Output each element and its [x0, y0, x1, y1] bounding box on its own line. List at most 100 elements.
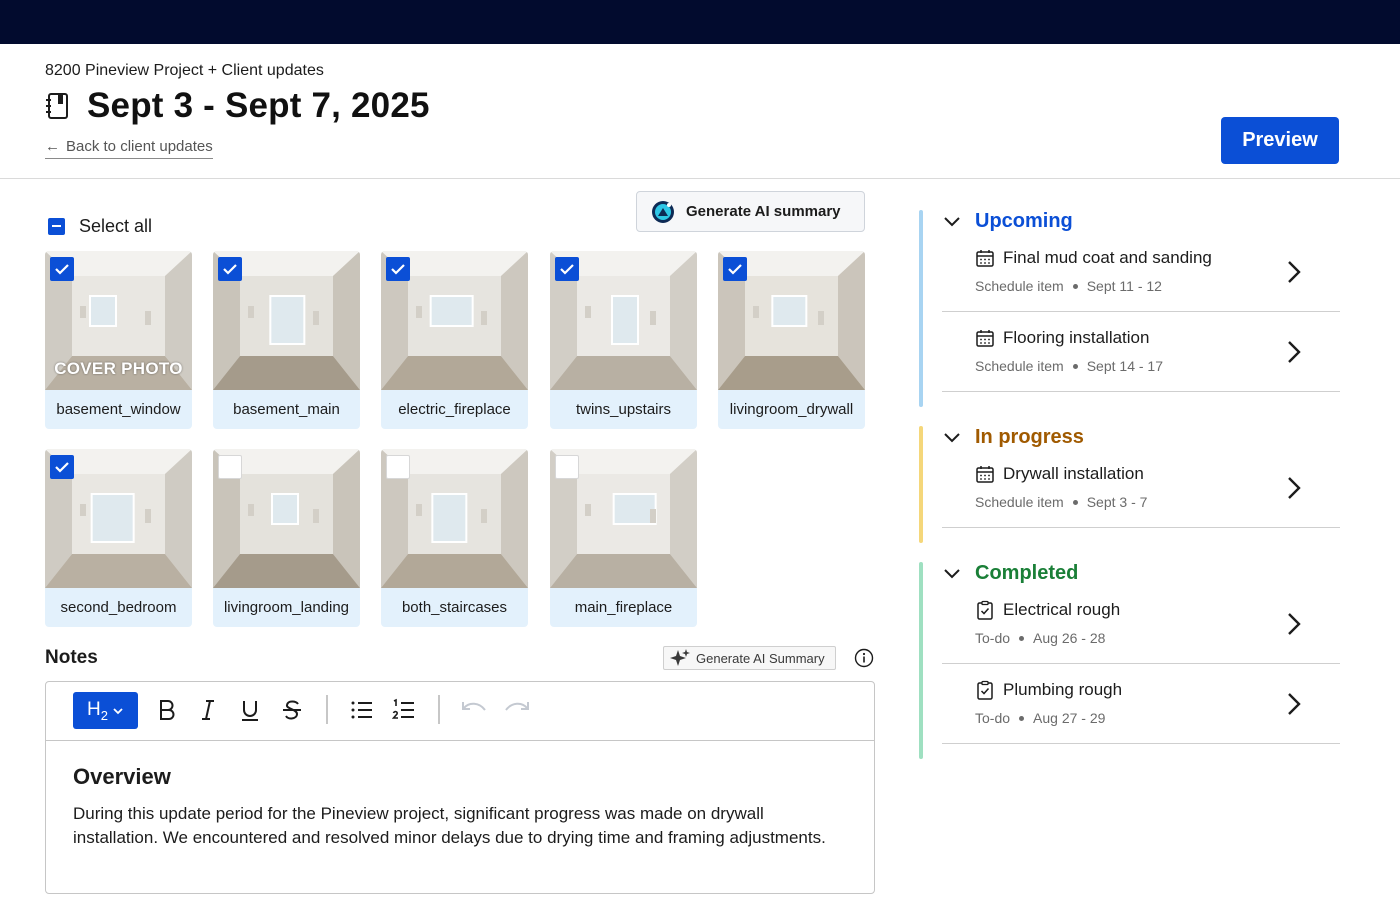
photo-caption: twins_upstairs: [575, 401, 672, 418]
chevron-down-icon: [113, 707, 123, 714]
schedule-item-dates: Sept 3 - 7: [1086, 494, 1148, 510]
project-title: 8200 Pineview Project + Client updates: [45, 62, 324, 79]
photo-checkbox[interactable]: [218, 455, 242, 479]
photo-checkbox[interactable]: [386, 257, 410, 281]
chevron-down-icon[interactable]: [943, 568, 961, 580]
schedule-list-item[interactable]: Flooring installation Schedule item Sept 1…: [942, 312, 1340, 392]
chevron-right-icon[interactable]: [1286, 475, 1302, 501]
clipboard-check-icon: [977, 680, 993, 700]
schedule-item-meta: Schedule item Sept 14 - 17: [975, 358, 1163, 374]
photo-card[interactable]: twins_upstairs: [550, 251, 697, 429]
chevron-right-icon[interactable]: [1286, 259, 1302, 285]
notes-label: Notes: [45, 647, 98, 668]
editor-toolbar: H2: [46, 682, 874, 741]
generate-ai-summary-label: Generate AI summary: [686, 203, 841, 220]
generate-ai-summary-button[interactable]: Generate AI summary: [636, 191, 865, 232]
page-title-row: Sept 3 - Sept 7, 2025: [45, 86, 430, 126]
italic-icon[interactable]: [197, 698, 219, 722]
photo-caption: electric_fireplace: [398, 401, 511, 418]
photo-caption: livingroom_drywall: [729, 401, 854, 418]
calendar-icon: [976, 330, 994, 347]
photo-checkbox[interactable]: [50, 257, 74, 281]
heading-level-dropdown[interactable]: H2: [73, 692, 138, 729]
schedule-item-name: Electrical rough: [1003, 600, 1121, 619]
cover-photo-label: COVER PHOTO: [54, 359, 183, 378]
back-to-client-updates-link[interactable]: ← Back to client updates: [45, 138, 213, 159]
info-icon[interactable]: [854, 648, 874, 668]
photo-card[interactable]: livingroom_drywall: [718, 251, 865, 429]
schedule-item-name: Plumbing rough: [1003, 680, 1123, 699]
photo-checkbox[interactable]: [555, 455, 579, 479]
generate-ai-summary-notes-label: Generate AI Summary: [696, 650, 825, 666]
select-all-checkbox[interactable]: Select all: [48, 216, 152, 237]
photo-card[interactable]: second_bedroom: [45, 449, 192, 627]
photo-checkbox[interactable]: [555, 257, 579, 281]
notebook-icon: [46, 93, 68, 119]
status-group-title: Upcoming: [975, 210, 1073, 232]
page-header: 8200 Pineview Project + Client updates S…: [0, 44, 1400, 179]
strikethrough-icon[interactable]: [281, 698, 303, 722]
calendar-icon: [976, 250, 994, 267]
schedule-item-type: To-do: [975, 630, 1011, 646]
indeterminate-checkbox-icon: [48, 218, 65, 235]
photo-checkbox[interactable]: [50, 455, 74, 479]
separator-dot: [1019, 635, 1025, 641]
checkmark-icon: [55, 264, 69, 275]
schedule-list-item[interactable]: Drywall installation Schedule item Sept 3 …: [942, 448, 1340, 528]
schedule-list-item[interactable]: Electrical rough To-do Aug 26 - 28: [942, 584, 1340, 664]
toolbar-divider: [438, 695, 440, 724]
redo-icon[interactable]: [503, 698, 531, 722]
chevron-right-icon[interactable]: [1286, 611, 1302, 637]
schedule-list-item[interactable]: Plumbing rough To-do Aug 27 - 29: [942, 664, 1340, 744]
photo-caption: second_bedroom: [60, 599, 177, 616]
sparkle-icon: [670, 649, 690, 666]
checkmark-icon: [728, 264, 742, 275]
arrow-left-icon: ←: [45, 138, 60, 155]
photo-card[interactable]: main_fireplace: [550, 449, 697, 627]
photo-checkbox[interactable]: [386, 455, 410, 479]
bold-icon[interactable]: [156, 698, 178, 722]
photo-card[interactable]: both_staircases: [381, 449, 528, 627]
photo-caption: main_fireplace: [574, 599, 673, 616]
status-group-header[interactable]: Completed: [943, 562, 1078, 585]
chevron-right-icon[interactable]: [1286, 339, 1302, 365]
top-nav-bar: [0, 0, 1400, 44]
schedule-item-meta: To-do Aug 26 - 28: [975, 630, 1105, 646]
photo-card[interactable]: livingroom_landing: [213, 449, 360, 627]
chevron-down-icon[interactable]: [943, 216, 961, 228]
checkmark-icon: [223, 264, 237, 275]
schedule-item-name-row: Flooring installation: [975, 328, 1149, 348]
schedule-item-name: Final mud coat and sanding: [1003, 248, 1212, 267]
toolbar-divider: [326, 695, 328, 724]
status-group-header[interactable]: In progress: [943, 426, 1084, 449]
status-group-header[interactable]: Upcoming: [943, 210, 1073, 233]
photo-card[interactable]: basement_main: [213, 251, 360, 429]
photo-caption: livingroom_landing: [223, 599, 350, 616]
schedule-item-dates: Sept 11 - 12: [1086, 278, 1162, 294]
generate-ai-summary-notes-button[interactable]: Generate AI Summary: [663, 646, 836, 670]
bullet-list-icon[interactable]: [350, 698, 374, 722]
schedule-item-meta: Schedule item Sept 11 - 12: [975, 278, 1162, 294]
photo-checkbox[interactable]: [723, 257, 747, 281]
separator-dot: [1072, 283, 1078, 289]
schedule-list-item[interactable]: Final mud coat and sanding Schedule item S…: [942, 232, 1340, 312]
numbered-list-icon[interactable]: [392, 698, 416, 722]
schedule-item-name-row: Electrical rough: [975, 600, 1120, 620]
chevron-down-icon[interactable]: [943, 432, 961, 444]
photo-card[interactable]: electric_fireplace: [381, 251, 528, 429]
undo-icon[interactable]: [460, 698, 488, 722]
photo-card[interactable]: COVER PHOTO basement_window: [45, 251, 192, 429]
schedule-item-dates: Aug 26 - 28: [1033, 630, 1106, 646]
separator-dot: [1019, 715, 1025, 721]
chevron-right-icon[interactable]: [1286, 691, 1302, 717]
schedule-item-name-row: Final mud coat and sanding: [975, 248, 1212, 268]
checkmark-icon: [391, 264, 405, 275]
notes-body-text: During this update period for the Pinevi…: [73, 804, 826, 847]
status-group-title: Completed: [975, 562, 1079, 584]
heading-level-label: H2: [87, 698, 108, 723]
editor-content[interactable]: Overview During this update period for t…: [73, 764, 853, 850]
underline-icon[interactable]: [239, 698, 261, 722]
photo-checkbox[interactable]: [218, 257, 242, 281]
photo-caption: basement_main: [233, 401, 340, 418]
preview-button[interactable]: Preview: [1221, 117, 1339, 164]
